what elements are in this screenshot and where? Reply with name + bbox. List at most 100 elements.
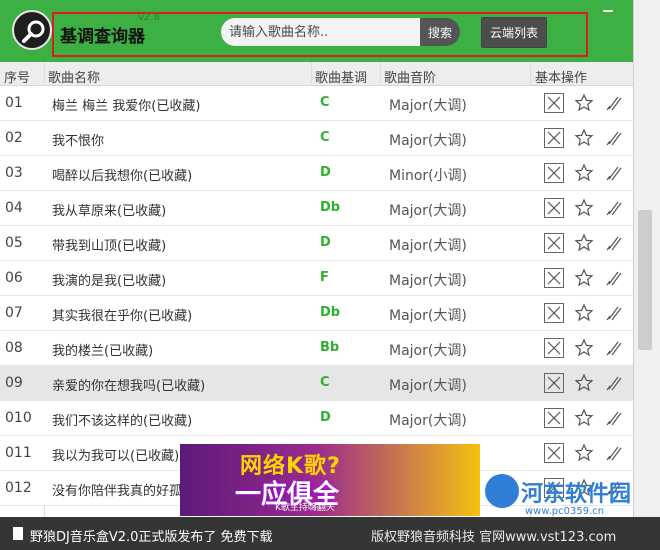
close-box-icon[interactable] [544, 443, 564, 463]
ad-banner[interactable]: 网络K歌? 一应俱全 K歌主持嗨翻天 [180, 444, 480, 516]
row-number: 012 [5, 480, 32, 496]
row-actions [544, 373, 628, 393]
edit-pen-icon[interactable] [604, 303, 624, 323]
row-actions [544, 128, 628, 148]
app-version: v2.8 [138, 12, 160, 23]
song-key: C [320, 95, 330, 110]
document-icon [13, 527, 23, 540]
table-row[interactable]: 01 梅兰 梅兰 我爱你(已收藏) C Major(大调) [0, 86, 633, 121]
song-table: 01 梅兰 梅兰 我爱你(已收藏) C Major(大调) 02 我不恨你 C Major(大… [0, 86, 633, 506]
minimize-button[interactable] [600, 4, 616, 16]
edit-pen-icon[interactable] [604, 268, 624, 288]
star-outline-icon[interactable] [574, 93, 594, 113]
column-header-number: 序号 [4, 71, 31, 86]
song-name: 我们不该这样的(已收藏) [52, 414, 193, 429]
song-name: 亲爱的你在想我吗(已收藏) [52, 379, 206, 394]
star-outline-icon[interactable] [574, 373, 594, 393]
news-link[interactable]: 野狼DJ音乐盒V2.0正式版发布了 免费下载 [30, 526, 273, 545]
close-box-icon[interactable] [544, 198, 564, 218]
column-header-key: 歌曲基调 [315, 71, 368, 86]
star-outline-icon[interactable] [574, 163, 594, 183]
row-number: 08 [5, 340, 23, 356]
table-row[interactable]: 04 我从草原来(已收藏) Db Major(大调) [0, 191, 633, 226]
edit-pen-icon[interactable] [604, 443, 624, 463]
row-actions [544, 163, 628, 183]
search-input[interactable] [221, 18, 421, 46]
row-number: 04 [5, 200, 23, 216]
song-key: D [320, 165, 331, 180]
column-header-scale: 歌曲音阶 [384, 71, 437, 86]
table-row[interactable]: 03 喝醉以后我想你(已收藏) D Minor(小调) [0, 156, 633, 191]
song-name: 喝醉以后我想你(已收藏) [52, 169, 193, 184]
edit-pen-icon[interactable] [604, 408, 624, 428]
row-actions [544, 303, 628, 323]
close-box-icon[interactable] [544, 338, 564, 358]
search-button[interactable]: 搜索 [420, 18, 460, 46]
star-outline-icon[interactable] [574, 443, 594, 463]
star-outline-icon[interactable] [574, 338, 594, 358]
song-key: Db [320, 305, 341, 320]
edit-pen-icon[interactable] [604, 198, 624, 218]
row-number: 03 [5, 165, 23, 181]
star-outline-icon[interactable] [574, 233, 594, 253]
close-box-icon[interactable] [544, 303, 564, 323]
song-scale: Major(大调) [389, 413, 467, 429]
watermark-name: 河东软件园 [521, 482, 632, 507]
close-box-icon[interactable] [544, 128, 564, 148]
edit-pen-icon[interactable] [604, 93, 624, 113]
row-actions [544, 93, 628, 113]
scrollbar-thumb[interactable] [638, 210, 652, 350]
table-row[interactable]: 09 亲爱的你在想我吗(已收藏) C Major(大调) [0, 366, 633, 401]
song-key: D [320, 410, 331, 425]
row-actions [544, 233, 628, 253]
edit-pen-icon[interactable] [604, 338, 624, 358]
song-key: F [320, 270, 329, 285]
song-key: C [320, 130, 330, 145]
song-key: D [320, 235, 331, 250]
row-actions [544, 408, 628, 428]
row-number: 06 [5, 270, 23, 286]
edit-pen-icon[interactable] [604, 373, 624, 393]
star-outline-icon[interactable] [574, 198, 594, 218]
cloud-list-button[interactable]: 云端列表 [481, 17, 547, 48]
row-number: 07 [5, 305, 23, 321]
table-row[interactable]: 08 我的楼兰(已收藏) Bb Major(大调) [0, 331, 633, 366]
app-header: 基调查询器 v2.8 搜索 云端列表 [0, 0, 633, 62]
row-number: 010 [5, 410, 32, 426]
song-name: 带我到山顶(已收藏) [52, 239, 167, 254]
star-outline-icon[interactable] [574, 268, 594, 288]
column-header-song-name: 歌曲名称 [48, 71, 101, 86]
song-scale: Major(大调) [389, 98, 467, 114]
song-scale: Major(大调) [389, 343, 467, 359]
table-row[interactable]: 06 我演的是我(已收藏) F Major(大调) [0, 261, 633, 296]
close-box-icon[interactable] [544, 373, 564, 393]
row-number: 09 [5, 375, 23, 391]
table-row[interactable]: 05 带我到山顶(已收藏) D Major(大调) [0, 226, 633, 261]
song-scale: Major(大调) [389, 273, 467, 289]
song-name: 我以为我可以(已收藏) [52, 449, 180, 464]
star-outline-icon[interactable] [574, 408, 594, 428]
close-box-icon[interactable] [544, 163, 564, 183]
song-key: Bb [320, 340, 340, 355]
table-row[interactable]: 07 其实我很在乎你(已收藏) Db Major(大调) [0, 296, 633, 331]
star-outline-icon[interactable] [574, 303, 594, 323]
ad-tagline: K歌主持嗨翻天 [275, 503, 335, 513]
song-key: Db [320, 200, 341, 215]
song-key: C [320, 375, 330, 390]
edit-pen-icon[interactable] [604, 128, 624, 148]
table-row[interactable]: 010 我们不该这样的(已收藏) D Major(大调) [0, 401, 633, 436]
edit-pen-icon[interactable] [604, 233, 624, 253]
close-box-icon[interactable] [544, 408, 564, 428]
row-number: 011 [5, 445, 32, 461]
song-name: 没有你陪伴我真的好孤 [52, 484, 183, 499]
table-row[interactable]: 02 我不恨你 C Major(大调) [0, 121, 633, 156]
close-box-icon[interactable] [544, 233, 564, 253]
table-header: 序号 歌曲名称 歌曲基调 歌曲音阶 基本操作 [0, 62, 633, 86]
column-header-actions: 基本操作 [535, 71, 588, 86]
edit-pen-icon[interactable] [604, 163, 624, 183]
song-scale: Major(大调) [389, 378, 467, 394]
song-scale: Major(大调) [389, 238, 467, 254]
star-outline-icon[interactable] [574, 128, 594, 148]
close-box-icon[interactable] [544, 268, 564, 288]
close-box-icon[interactable] [544, 93, 564, 113]
